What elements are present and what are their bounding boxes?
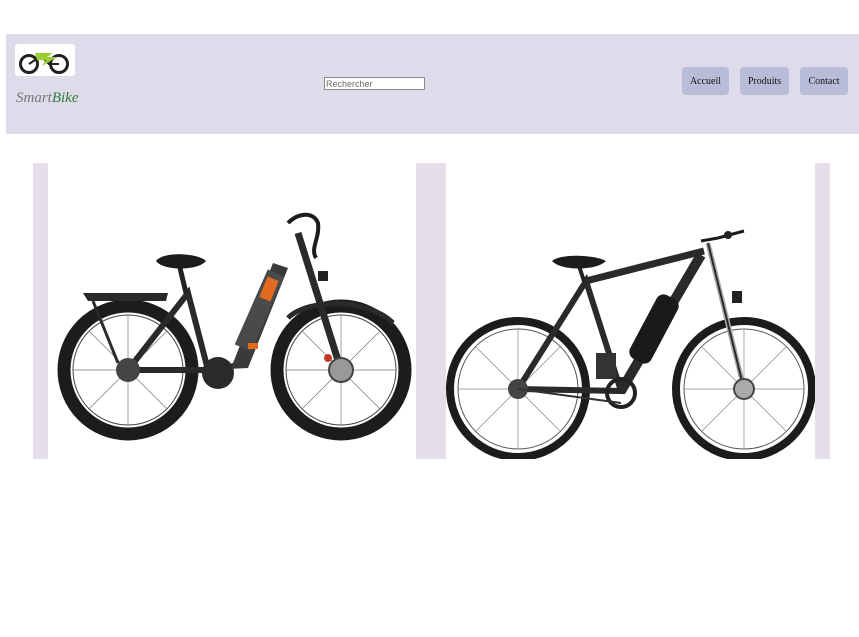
nav-produits-button[interactable]: Produits: [740, 67, 789, 95]
nav-contact-button[interactable]: Contact: [800, 67, 848, 95]
e-bike-logo-icon: [19, 53, 69, 74]
fat-tire-ebike-image: [57, 212, 412, 441]
brand-part-2: Bike: [51, 90, 79, 106]
brand-part-1: Smart: [16, 90, 52, 106]
search-input[interactable]: [324, 77, 425, 90]
mountain-ebike-image: [446, 229, 815, 459]
product-card-1[interactable]: [48, 163, 416, 459]
brand-name: SmartBike: [16, 90, 79, 107]
product-card-2[interactable]: [446, 163, 815, 459]
product-gallery: [33, 163, 830, 459]
site-header: SmartBike Accueil Produits Contact: [6, 34, 859, 134]
logo[interactable]: [15, 44, 75, 76]
nav-accueil-button[interactable]: Accueil: [682, 67, 729, 95]
